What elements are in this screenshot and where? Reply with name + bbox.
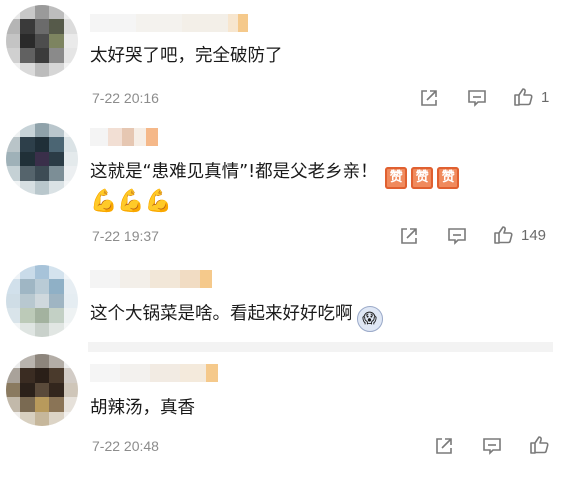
comment-text: 这个大锅菜是啥。看起来好好吃啊 😱 — [90, 302, 383, 332]
like-count: 1 — [541, 89, 550, 106]
comment-item: 这个大锅菜是啥。看起来好好吃啊 😱 — [0, 260, 563, 355]
zan-emoji: 赞 — [411, 167, 434, 189]
zan-emoji: 赞 — [385, 167, 408, 189]
comment-icon[interactable] — [446, 225, 468, 247]
zan-emoji: 赞 — [437, 167, 460, 189]
comment-time: 7-22 20:48 — [92, 438, 159, 454]
strong-arm-emoji: 💪💪💪 — [90, 189, 173, 214]
divider — [88, 342, 553, 352]
shocked-face-emoji: 😱 — [356, 306, 383, 332]
emoji-row: 💪💪💪 — [90, 190, 180, 215]
thumbs-up-icon[interactable] — [512, 86, 534, 108]
username-blurred[interactable] — [90, 364, 218, 382]
thumbs-up-icon[interactable] — [492, 224, 514, 246]
thumbs-up-icon[interactable] — [528, 434, 550, 456]
username-blurred[interactable] — [90, 270, 212, 288]
avatar[interactable] — [6, 5, 78, 77]
comment-icon[interactable] — [466, 87, 488, 109]
like-count: 149 — [521, 227, 547, 244]
avatar[interactable] — [6, 354, 78, 426]
comment-time: 7-22 20:16 — [92, 90, 159, 106]
share-icon[interactable] — [418, 87, 440, 109]
comment-text: 这就是“患难见真情”!都是父老乡亲！ 赞赞赞 — [90, 160, 461, 189]
username-blurred[interactable] — [90, 128, 158, 146]
comment-text-content: 这就是“患难见真情”!都是父老乡亲！ — [90, 162, 378, 182]
comment-item: 太好哭了吧，完全破防了 7-22 20:16 1 — [0, 0, 563, 120]
comment-text: 胡辣汤，真香 — [90, 398, 195, 418]
comment-item: 这就是“患难见真情”!都是父老乡亲！ 赞赞赞 💪💪💪 7-22 19:37 14… — [0, 120, 563, 260]
comment-text: 太好哭了吧，完全破防了 — [90, 46, 283, 66]
avatar[interactable] — [6, 265, 78, 337]
comment-time: 7-22 19:37 — [92, 228, 159, 244]
share-icon[interactable] — [398, 225, 420, 247]
comment-icon[interactable] — [481, 435, 503, 457]
username-blurred[interactable] — [90, 14, 248, 32]
comment-item: 胡辣汤，真香 7-22 20:48 — [0, 352, 563, 478]
comment-text-content: 这个大锅菜是啥。看起来好好吃啊 — [90, 304, 353, 324]
avatar[interactable] — [6, 123, 78, 195]
share-icon[interactable] — [433, 435, 455, 457]
